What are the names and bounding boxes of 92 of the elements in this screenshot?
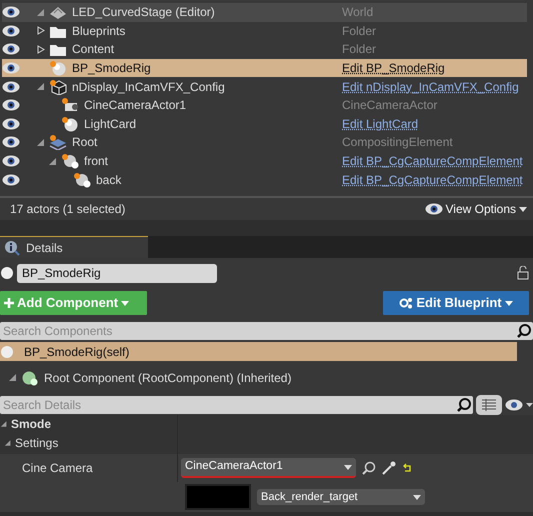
search-icon[interactable] bbox=[455, 396, 473, 414]
outliner-row[interactable]: Content Folder bbox=[2, 40, 527, 59]
actor-name: LightCard bbox=[84, 116, 136, 133]
visibility-eye-icon[interactable] bbox=[2, 99, 20, 112]
subcategory-header: Settings bbox=[15, 435, 58, 452]
visibility-eye-icon[interactable] bbox=[2, 80, 20, 93]
render-target-dropdown[interactable]: Back_render_target bbox=[257, 489, 425, 505]
edit-blueprint-button[interactable]: Edit Blueprint bbox=[383, 291, 529, 315]
caret-icon bbox=[121, 300, 130, 306]
actor-type: CompositingElement bbox=[342, 134, 453, 152]
grid-list-icon bbox=[482, 399, 496, 411]
visibility-eye-icon[interactable] bbox=[2, 118, 20, 130]
actor-name: LED_CurvedStage (Editor) bbox=[72, 4, 215, 22]
layers-icon bbox=[48, 134, 68, 150]
edit-link[interactable]: Edit BP_CgCaptureCompElement bbox=[342, 152, 523, 170]
actor-type: World bbox=[342, 4, 374, 22]
expanded-arrow-icon[interactable] bbox=[8, 373, 18, 382]
outliner-row[interactable]: LED_CurvedStage (Editor) World bbox=[2, 3, 527, 22]
caret-icon bbox=[413, 494, 421, 500]
actor-name: Root bbox=[72, 134, 98, 152]
outliner-row[interactable]: nDisplay_InCamVFX_Config Edit nDisplay_InCamVFX_Config bbox=[2, 77, 527, 96]
outliner-row[interactable]: back Edit BP_CgCaptureCompElement bbox=[2, 170, 527, 189]
details-search-field[interactable]: Search Details bbox=[0, 396, 455, 414]
edit-link[interactable]: Edit nDisplay_InCamVFX_Config bbox=[342, 78, 519, 96]
edit-link[interactable]: Edit BP_CgCaptureCompElement bbox=[342, 170, 523, 189]
plus-icon bbox=[4, 298, 14, 308]
outliner-row[interactable]: LightCard Edit LightCard bbox=[2, 114, 527, 134]
visibility-eye-icon[interactable] bbox=[2, 155, 20, 168]
edit-link[interactable]: Edit LightCard bbox=[342, 114, 418, 133]
component-sphere-icon bbox=[20, 370, 40, 386]
outliner-row[interactable]: Root CompositingElement bbox=[2, 133, 527, 152]
eye-icon bbox=[424, 203, 443, 215]
visibility-eye-icon[interactable] bbox=[2, 6, 20, 18]
gears-icon bbox=[399, 297, 414, 309]
collapsed-arrow-icon[interactable] bbox=[36, 44, 46, 54]
collapsed-arrow-icon[interactable] bbox=[36, 26, 46, 36]
outliner-row[interactable]: BP_SmodeRig Edit BP_SmodeRig bbox=[2, 58, 527, 78]
caret-icon bbox=[344, 464, 352, 470]
actor-name: CineCameraActor1 bbox=[84, 97, 186, 114]
info-magnifier-icon bbox=[4, 240, 20, 256]
actor-name: Content bbox=[72, 41, 114, 58]
visibility-eye-icon[interactable] bbox=[2, 24, 20, 37]
actor-name: back bbox=[96, 172, 122, 189]
search-icon[interactable] bbox=[515, 322, 533, 340]
expanded-arrow-icon[interactable] bbox=[0, 420, 8, 428]
actor-name-field[interactable]: BP_SmodeRig bbox=[17, 264, 217, 282]
view-options-button[interactable]: View Options bbox=[424, 200, 527, 218]
component-row[interactable]: Root Component (RootComponent) (Inherited) bbox=[0, 368, 517, 387]
caret-icon bbox=[519, 206, 527, 212]
sphere-icon bbox=[48, 60, 68, 76]
actor-type: Folder bbox=[342, 41, 376, 58]
property-label: Cine Camera bbox=[22, 460, 93, 477]
world-icon bbox=[48, 4, 68, 20]
edit-link[interactable]: Edit BP_SmodeRig bbox=[342, 59, 445, 78]
details-tab[interactable]: Details bbox=[0, 236, 148, 258]
actor-type: CineCameraActor bbox=[342, 97, 438, 114]
reset-arrow-icon[interactable] bbox=[402, 463, 412, 473]
eyedropper-icon[interactable] bbox=[382, 461, 396, 475]
spheres-icon bbox=[60, 153, 80, 170]
actor-picker-dropdown[interactable]: CineCameraActor1 bbox=[181, 458, 356, 478]
actor-type: Folder bbox=[342, 22, 376, 40]
expanded-arrow-icon[interactable] bbox=[36, 8, 46, 17]
actor-name: BP_SmodeRig bbox=[72, 60, 151, 78]
lock-icon[interactable] bbox=[517, 266, 529, 280]
property-matrix-button[interactable] bbox=[476, 395, 502, 415]
cube-icon bbox=[48, 78, 68, 95]
actor-count: 17 actors (1 selected) bbox=[10, 201, 126, 218]
expanded-arrow-icon[interactable] bbox=[36, 82, 46, 92]
camera-icon bbox=[60, 97, 80, 114]
outliner-row[interactable]: Blueprints Folder bbox=[2, 22, 527, 40]
caret-icon bbox=[504, 300, 513, 306]
outliner-row[interactable]: CineCameraActor1 CineCameraActor bbox=[2, 96, 527, 115]
visibility-eye-icon[interactable] bbox=[2, 136, 20, 148]
visibility-eye-icon[interactable] bbox=[2, 62, 20, 74]
sphere-icon bbox=[60, 116, 80, 132]
category-header: Smode bbox=[11, 416, 52, 432]
expanded-arrow-icon[interactable] bbox=[4, 439, 12, 447]
visibility-eye-icon[interactable] bbox=[2, 43, 20, 56]
outliner-row[interactable]: front Edit BP_CgCaptureCompElement bbox=[2, 152, 527, 170]
spheres-icon bbox=[72, 172, 92, 188]
actor-name: Blueprints bbox=[72, 22, 126, 40]
actor-name: nDisplay_InCamVFX_Config bbox=[72, 78, 225, 96]
expanded-arrow-icon[interactable] bbox=[36, 138, 46, 147]
component-row[interactable]: BP_SmodeRig(self) bbox=[0, 342, 517, 361]
actor-name: front bbox=[84, 153, 108, 170]
texture-thumbnail bbox=[185, 484, 251, 510]
search-icon[interactable] bbox=[362, 461, 376, 475]
visibility-eye-icon[interactable] bbox=[2, 174, 20, 186]
component-search-field[interactable]: Search Components bbox=[0, 322, 515, 340]
visibility-eye-icon[interactable] bbox=[505, 398, 533, 412]
expanded-arrow-icon[interactable] bbox=[48, 156, 58, 166]
sphere-icon bbox=[0, 266, 14, 280]
